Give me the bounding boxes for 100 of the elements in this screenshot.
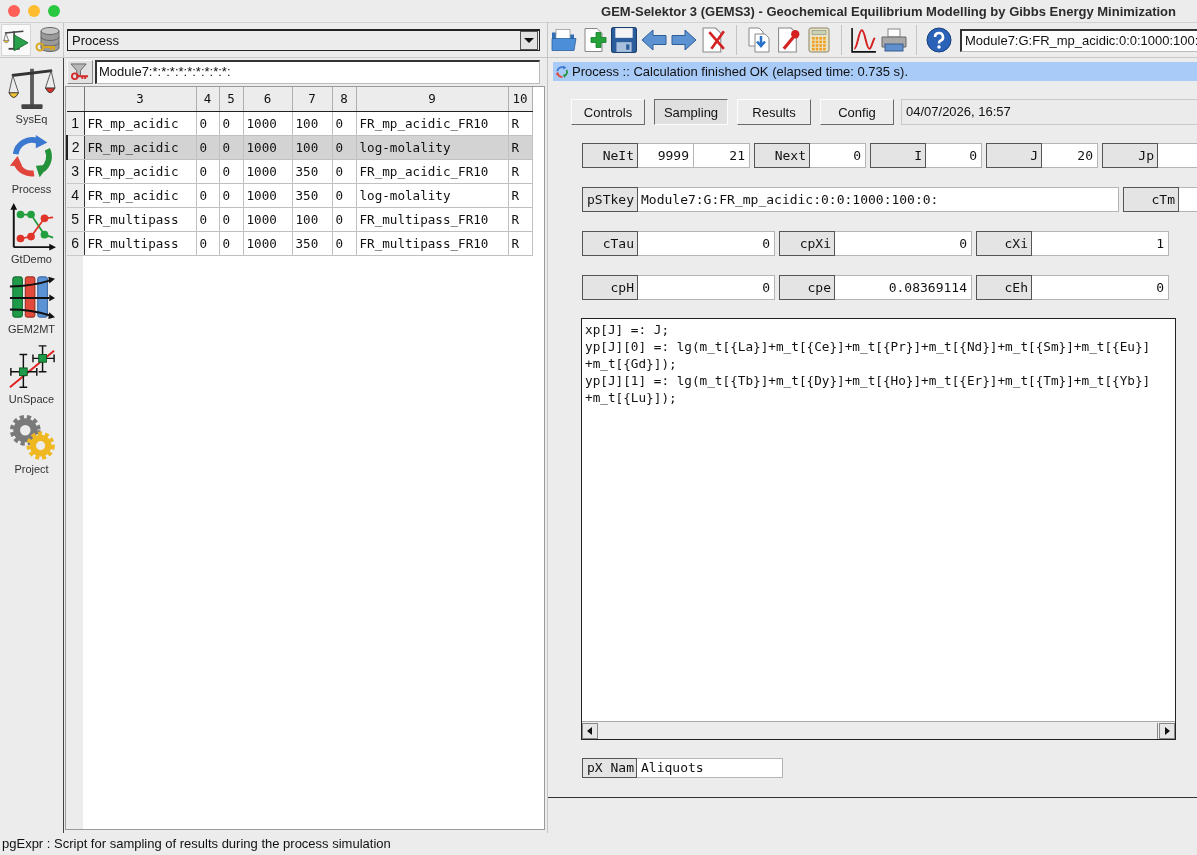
column-header[interactable]: 7: [292, 87, 332, 111]
table-cell: 0: [219, 159, 243, 183]
graph-icon[interactable]: [851, 27, 877, 53]
status-message: Process :: Calculation finished OK (elapsed time: 0.735 s).: [572, 64, 908, 79]
tab[interactable]: Results: [737, 99, 811, 125]
table-cell: 0: [196, 207, 219, 231]
row-header[interactable]: 5: [67, 207, 84, 231]
row-header[interactable]: 2: [67, 135, 84, 159]
table-cell: R: [508, 207, 532, 231]
arrow-right-icon[interactable]: [671, 27, 697, 53]
table-row[interactable]: 2 FR_mp_acidic 0 0 1000 100 0 log-molality R: [67, 135, 532, 159]
help-icon[interactable]: [926, 27, 952, 53]
input-field[interactable]: 0.08369114: [835, 275, 972, 300]
input-field[interactable]: Aliquots: [637, 758, 783, 778]
table-cell: R: [508, 183, 532, 207]
row-header[interactable]: 3: [67, 159, 84, 183]
table-cell: FR_multipass: [84, 207, 196, 231]
table-row[interactable]: 1 FR_mp_acidic 0 0 1000 100 0 FR_mp_acidic_FR10 R: [67, 111, 532, 135]
input-field[interactable]: 0: [926, 143, 982, 168]
module-dropdown[interactable]: Process: [67, 29, 540, 51]
printer-icon[interactable]: [881, 27, 907, 53]
tab[interactable]: Controls: [571, 99, 645, 125]
column-header[interactable]: 3: [84, 87, 196, 111]
field-label: Next: [754, 143, 810, 168]
delete-document-icon[interactable]: [701, 27, 727, 53]
field-label: pX Nam: [582, 758, 637, 778]
sidebar-item[interactable]: GtDemo: [0, 198, 63, 268]
copy-document-icon[interactable]: [746, 27, 772, 53]
save-icon[interactable]: [611, 27, 637, 53]
field-label: cpH: [582, 275, 638, 300]
toolbar-button[interactable]: [1, 24, 31, 56]
wrench-document-icon[interactable]: [776, 27, 802, 53]
status-text: pgExpr : Script for sampling of results during the process simulation: [2, 836, 391, 851]
table-cell: 0: [196, 159, 219, 183]
table-row[interactable]: 4 FR_mp_acidic 0 0 1000 350 0 log-molality R: [67, 183, 532, 207]
field-label: J: [986, 143, 1042, 168]
table-row[interactable]: 3 FR_mp_acidic 0 0 1000 350 0 FR_mp_acidic_FR10 R: [67, 159, 532, 183]
new-document-icon[interactable]: [581, 27, 607, 53]
input-field[interactable]: 1: [1032, 231, 1169, 256]
table-cell: FR_multipass_FR10: [356, 207, 508, 231]
field-label: Jp: [1102, 143, 1158, 168]
database-key-icon: [35, 27, 61, 53]
sidebar-item[interactable]: Project: [0, 408, 63, 478]
input-field[interactable]: 9999: [638, 143, 694, 168]
window-title: GEM-Selektor 3 (GEMS3) - Geochemical Equilibrium Modelling by Gibbs Energy Minimization: [601, 3, 1176, 19]
input-field[interactable]: 0: [638, 275, 775, 300]
row-header[interactable]: 4: [67, 183, 84, 207]
table-cell: 0: [219, 207, 243, 231]
row-header[interactable]: 6: [67, 231, 84, 255]
table-cell: 0: [219, 183, 243, 207]
input-field[interactable]: 20: [1042, 143, 1098, 168]
tab[interactable]: Config: [820, 99, 894, 125]
table-cell: 0: [219, 111, 243, 135]
close-icon[interactable]: [8, 5, 20, 17]
input-field[interactable]: 0: [638, 231, 775, 256]
filter-field[interactable]: Module7:*:*:*:*:*:*:*:*:*:: [95, 60, 540, 84]
scroll-right-icon[interactable]: [1159, 722, 1175, 739]
table-cell: 1000: [243, 231, 292, 255]
column-header[interactable]: 6: [243, 87, 292, 111]
input-field[interactable]: 0: [810, 143, 866, 168]
sidebar-item[interactable]: GEM2MT: [0, 268, 63, 338]
table-cell: 0: [332, 183, 356, 207]
sidebar-item[interactable]: Process: [0, 128, 63, 198]
table-cell: FR_mp_acidic: [84, 111, 196, 135]
table-cell: FR_mp_acidic: [84, 183, 196, 207]
script-field[interactable]: xp[J] =: J; yp[J][0] =: lg(m_t[{La}]+m_t[{Ce}]+m_t[{Pr}]+m_t[{Nd}]+m_t[{Sm}]+m_t[{Eu}] +m_t[{Gd}]); yp[J][1] =: lg(m_t[{Tb}]+m_t[{Dy}]+m_t[{Ho}]+m_t[{Er}]+m_t[{Tm}]+m_t[{Yb}] +m_t[{Lu}]);: [581, 318, 1176, 740]
timestamp-field: 04/07/2026, 16:57: [901, 99, 1197, 125]
column-header[interactable]: 10: [508, 87, 532, 111]
sidebar-item[interactable]: UnSpace: [0, 338, 63, 408]
filter-button[interactable]: [67, 60, 93, 84]
sidebar-item[interactable]: SysEq: [0, 58, 63, 128]
arrow-left-icon[interactable]: [641, 27, 667, 53]
scroll-left-icon[interactable]: [582, 722, 598, 739]
field-label: cpXi: [779, 231, 835, 256]
table-row[interactable]: 5 FR_multipass 0 0 1000 100 0 FR_multipass_FR10 R: [67, 207, 532, 231]
table-cell: R: [508, 231, 532, 255]
input-field[interactable]: 0: [835, 231, 972, 256]
column-header[interactable]: 9: [356, 87, 508, 111]
tab[interactable]: Sampling: [654, 99, 728, 125]
field-label: cpe: [779, 275, 835, 300]
table-cell: 0: [196, 183, 219, 207]
table-row[interactable]: 6 FR_multipass 0 0 1000 350 0 FR_multipass_FR10 R: [67, 231, 532, 255]
input-field[interactable]: 0: [1032, 275, 1169, 300]
table-cell: 0: [219, 135, 243, 159]
table-cell: 0: [332, 111, 356, 135]
record-key-field[interactable]: Module7:G:FR_mp_acidic:0:0:1000:100:: [960, 28, 1197, 52]
table-cell: FR_mp_acidic: [84, 159, 196, 183]
column-header[interactable]: 5: [219, 87, 243, 111]
input-field[interactable]: 21: [694, 143, 750, 168]
row-header[interactable]: 1: [67, 111, 84, 135]
input-field[interactable]: Module7:G:FR_mp_acidic:0:0:1000:100:0:: [638, 187, 1119, 212]
column-header[interactable]: 8: [332, 87, 356, 111]
table-cell: 1000: [243, 207, 292, 231]
column-header[interactable]: 4: [196, 87, 219, 111]
table-cell: FR_mp_acidic: [84, 135, 196, 159]
folder-icon[interactable]: [551, 27, 577, 53]
error-bars-icon: [7, 343, 56, 391]
horizontal-scrollbar[interactable]: [582, 721, 1175, 739]
table-cell: FR_mp_acidic_FR10: [356, 111, 508, 135]
table-cell: 0: [196, 231, 219, 255]
